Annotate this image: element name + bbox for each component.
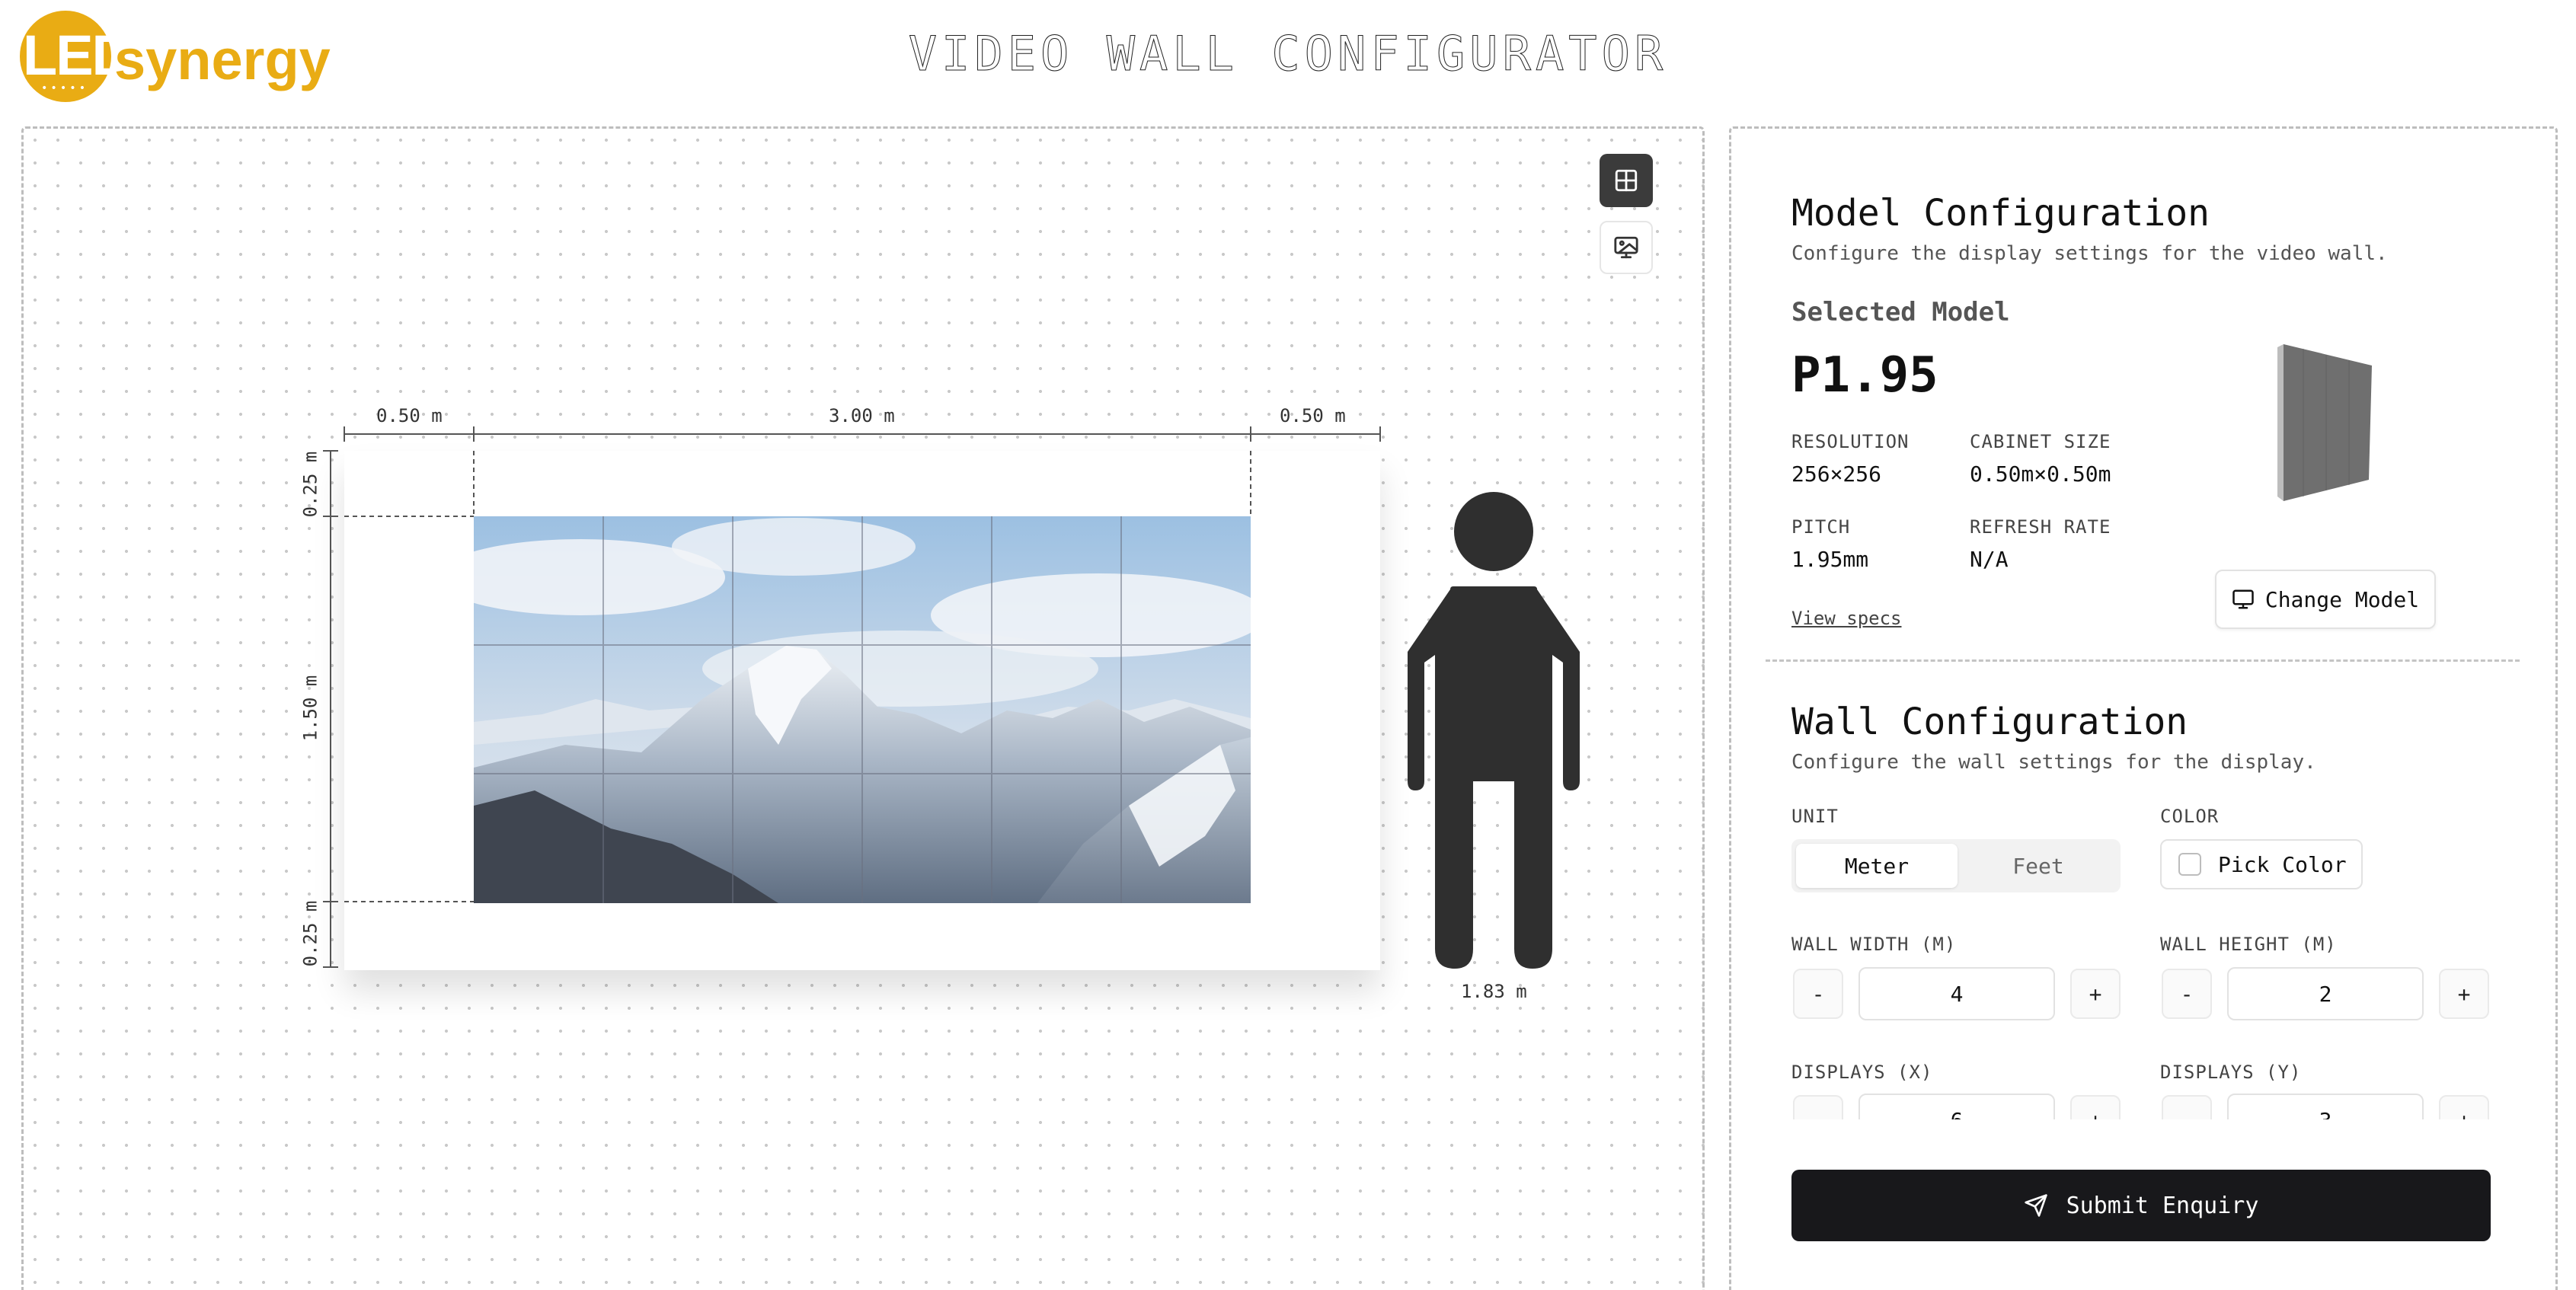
displays-y-input[interactable] [2227,1094,2424,1119]
spec-label-refresh-rate: REFRESH RATE [1970,516,2111,538]
spec-label-pitch: PITCH [1791,516,1851,538]
displays-x-label: DISPLAYS (X) [1791,1062,1933,1083]
model-name: P1.95 [1791,347,1938,404]
spec-label-cabinet-size: CABINET SIZE [1970,431,2111,452]
wall-width-decrement-button[interactable]: - [1793,969,1843,1019]
cabinet-image [2277,344,2372,501]
send-icon [2024,1194,2047,1217]
section-divider [1766,659,2520,662]
unit-label: UNIT [1791,806,1839,827]
dim-side-middle: 1.50 m [299,675,321,742]
color-swatch [2178,853,2201,876]
wall-width-label: WALL WIDTH (M) [1791,934,1957,955]
wall-height-decrement-button[interactable]: - [2162,969,2212,1019]
spec-value-pitch: 1.95mm [1791,547,1869,572]
displays-y-decrement-button[interactable]: - [2162,1095,2212,1119]
view-specs-link[interactable]: View specs [1791,608,1902,629]
unit-meter-option[interactable]: Meter [1796,844,1958,888]
dim-side-bottom: 0.25 m [299,900,321,967]
wall-config-title: Wall Configuration [1791,701,2188,743]
spec-value-resolution: 256×256 [1791,461,1882,487]
dim-top-right: 0.50 m [1280,405,1346,426]
submit-enquiry-label: Submit Enquiry [2066,1192,2259,1219]
displays-y-label: DISPLAYS (Y) [2160,1062,2302,1083]
pick-color-label: Pick Color [2218,851,2347,877]
displays-x-input[interactable] [1858,1094,2055,1119]
scroll-clip-area: - + - + [1767,1094,2529,1119]
spec-value-cabinet-size: 0.50m×0.50m [1970,461,2111,487]
submit-enquiry-button[interactable]: Submit Enquiry [1791,1170,2491,1241]
human-height-label: 1.83 m [1461,981,1527,1002]
wall-height-label: WALL HEIGHT (M) [2160,934,2337,955]
wall-width-increment-button[interactable]: + [2070,969,2121,1019]
displays-x-increment-button[interactable]: + [2070,1095,2121,1119]
displays-x-decrement-button[interactable]: - [1793,1095,1843,1119]
displays-y-increment-button[interactable]: + [2439,1095,2489,1119]
wall-config-subtitle: Configure the wall settings for the disp… [1791,751,2316,774]
change-model-label: Change Model [2264,586,2420,612]
change-model-button[interactable]: Change Model [2215,570,2436,629]
monitor-icon [2232,589,2254,609]
dim-top-center: 3.00 m [829,405,895,426]
color-label: COLOR [2160,806,2220,827]
dim-side-top: 0.25 m [299,451,321,518]
model-config-subtitle: Configure the display settings for the v… [1791,242,2388,265]
selected-model-label: Selected Model [1791,297,2010,327]
unit-feet-option[interactable]: Feet [1958,844,2119,888]
model-config-title: Model Configuration [1791,192,2210,235]
pick-color-button[interactable]: Pick Color [2160,839,2363,889]
dim-top-left: 0.50 m [376,405,443,426]
wall-height-increment-button[interactable]: + [2439,969,2489,1019]
spec-value-refresh-rate: N/A [1970,547,2009,572]
wall-width-input[interactable] [1858,967,2055,1020]
wall-height-input[interactable] [2227,967,2424,1020]
spec-label-resolution: RESOLUTION [1791,431,1910,452]
human-scale-figure [1408,492,1580,969]
unit-toggle: Meter Feet [1791,839,2121,892]
